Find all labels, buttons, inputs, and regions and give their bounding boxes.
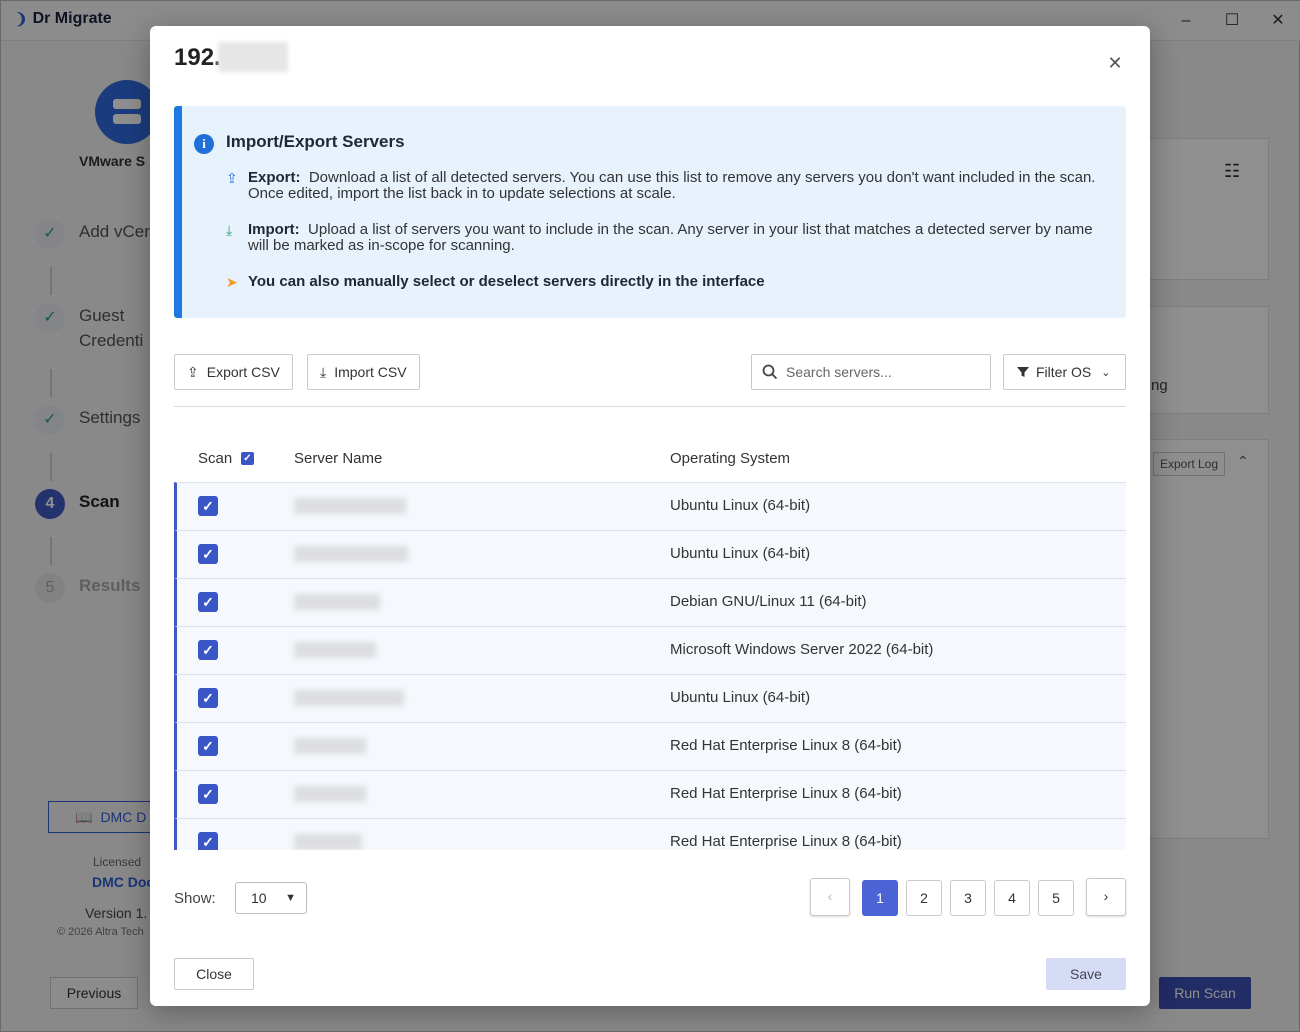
table-row[interactable]: ✓ Ubuntu Linux (64-bit): [174, 530, 1126, 578]
scan-header: Scan: [198, 450, 233, 467]
import-csv-label: Import CSV: [334, 364, 407, 380]
filter-os-label: Filter OS: [1036, 364, 1092, 380]
row-checkbox[interactable]: ✓: [198, 592, 218, 612]
export-info-label: Export:: [248, 169, 301, 186]
server-name-redacted: [294, 834, 362, 850]
os-cell: Microsoft Windows Server 2022 (64-bit): [670, 641, 934, 658]
prev-page-button[interactable]: ‹: [810, 878, 850, 916]
import-info-label: Import:: [248, 221, 300, 238]
row-checkbox[interactable]: ✓: [198, 784, 218, 804]
filter-icon: [1017, 367, 1029, 377]
manual-info-text: You can also manually select or deselect…: [248, 273, 765, 290]
info-title: Import/Export Servers: [226, 132, 405, 151]
page-3-button[interactable]: 3: [950, 880, 986, 916]
row-checkbox[interactable]: ✓: [198, 736, 218, 756]
select-all-checkbox[interactable]: ✓: [241, 452, 254, 465]
server-table: ✓ Ubuntu Linux (64-bit) ✓ Ubuntu Linux (64…: [174, 482, 1126, 850]
import-export-modal: 192. ✕ i Import/Export Servers ⇪ Export:…: [150, 26, 1150, 1006]
upload-icon: ⇪: [187, 363, 199, 380]
table-row[interactable]: ✓ Debian GNU/Linux 11 (64-bit): [174, 578, 1126, 626]
os-cell: Red Hat Enterprise Linux 8 (64-bit): [670, 833, 902, 850]
row-checkbox[interactable]: ✓: [198, 688, 218, 708]
page-5-button[interactable]: 5: [1038, 880, 1074, 916]
row-checkbox[interactable]: ✓: [198, 640, 218, 660]
show-label: Show:: [174, 890, 216, 907]
os-cell: Ubuntu Linux (64-bit): [670, 545, 811, 562]
row-checkbox[interactable]: ✓: [198, 496, 218, 516]
redacted-ip: [218, 42, 288, 72]
export-info-row: ⇪ Export: Download a list of all detecte…: [226, 170, 1106, 202]
search-input[interactable]: [786, 364, 976, 380]
import-info-text: Upload a list of servers you want to inc…: [248, 221, 1093, 254]
download-icon: ⤓: [226, 222, 233, 238]
page-size-select[interactable]: 10 ▼: [235, 882, 307, 914]
export-csv-label: Export CSV: [206, 364, 280, 380]
server-name-header[interactable]: Server Name: [294, 450, 382, 467]
server-name-redacted: [294, 642, 376, 658]
upload-icon: ⇪: [226, 170, 238, 186]
chevron-down-icon: ⌄: [1101, 366, 1111, 379]
divider: [174, 406, 1126, 407]
info-icon: i: [194, 134, 214, 154]
close-icon[interactable]: ✕: [1103, 51, 1127, 75]
server-name-redacted: [294, 594, 380, 610]
table-row[interactable]: ✓ Red Hat Enterprise Linux 8 (64-bit): [174, 770, 1126, 818]
os-header[interactable]: Operating System: [670, 450, 790, 467]
chevron-down-icon: ▼: [285, 892, 296, 904]
server-name-redacted: [294, 498, 406, 514]
table-row[interactable]: ✓ Ubuntu Linux (64-bit): [174, 674, 1126, 722]
row-checkbox[interactable]: ✓: [198, 832, 218, 850]
table-header: Scan ✓ Server Name Operating System: [174, 440, 1126, 482]
page-1-button[interactable]: 1: [862, 880, 898, 916]
os-cell: Ubuntu Linux (64-bit): [670, 497, 811, 514]
manual-info-row: ➤ You can also manually select or desele…: [226, 273, 1106, 291]
page-2-button[interactable]: 2: [906, 880, 942, 916]
pointer-icon: ➤: [226, 274, 238, 290]
server-name-redacted: [294, 786, 366, 802]
filter-os-button[interactable]: Filter OS ⌄: [1003, 354, 1126, 390]
search-icon: [762, 364, 778, 380]
info-panel: i Import/Export Servers ⇪ Export: Downlo…: [174, 106, 1126, 318]
os-cell: Debian GNU/Linux 11 (64-bit): [670, 593, 867, 610]
page-4-button[interactable]: 4: [994, 880, 1030, 916]
download-icon: ⤓: [320, 363, 327, 380]
import-info-row: ⤓ Import: Upload a list of servers you w…: [226, 222, 1106, 254]
modal-title: 192.: [174, 44, 221, 71]
export-csv-button[interactable]: ⇪ Export CSV: [174, 354, 293, 390]
table-row[interactable]: ✓ Red Hat Enterprise Linux 8 (64-bit): [174, 818, 1126, 850]
export-info-text: Download a list of all detected servers.…: [248, 169, 1096, 202]
close-button[interactable]: Close: [174, 958, 254, 990]
table-row[interactable]: ✓ Microsoft Windows Server 2022 (64-bit): [174, 626, 1126, 674]
next-page-button[interactable]: ›: [1086, 878, 1126, 916]
import-csv-button[interactable]: ⤓ Import CSV: [307, 354, 420, 390]
server-name-redacted: [294, 738, 366, 754]
table-row[interactable]: ✓ Red Hat Enterprise Linux 8 (64-bit): [174, 722, 1126, 770]
page-size-value: 10: [251, 890, 267, 906]
row-checkbox[interactable]: ✓: [198, 544, 218, 564]
os-cell: Red Hat Enterprise Linux 8 (64-bit): [670, 737, 902, 754]
save-button[interactable]: Save: [1046, 958, 1126, 990]
server-name-redacted: [294, 546, 408, 562]
server-name-redacted: [294, 690, 404, 706]
search-box: [751, 354, 991, 390]
os-cell: Red Hat Enterprise Linux 8 (64-bit): [670, 785, 902, 802]
table-row[interactable]: ✓ Ubuntu Linux (64-bit): [174, 482, 1126, 530]
os-cell: Ubuntu Linux (64-bit): [670, 689, 811, 706]
